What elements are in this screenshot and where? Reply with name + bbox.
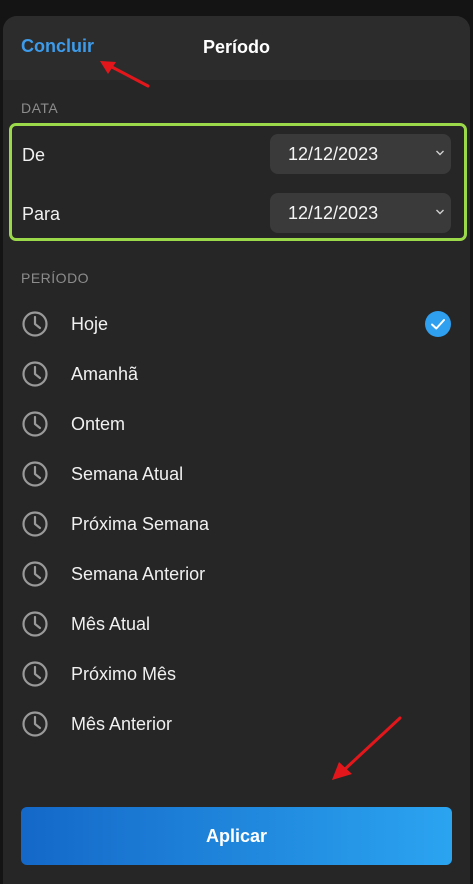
- period-sheet: Concluir Período DATA De 12/12/2023 Para…: [3, 16, 470, 884]
- period-item[interactable]: Semana Anterior: [3, 548, 470, 598]
- from-date-picker[interactable]: 12/12/2023: [270, 134, 451, 174]
- from-date-value: 12/12/2023: [288, 144, 379, 164]
- period-item[interactable]: Hoje: [3, 298, 470, 348]
- period-item[interactable]: Próximo Mês: [3, 648, 470, 698]
- period-item-label: Amanhã: [71, 364, 139, 384]
- period-item-label: Mês Atual: [71, 614, 151, 634]
- period-item-label: Semana Atual: [71, 464, 184, 484]
- period-item[interactable]: Mês Anterior: [3, 698, 470, 748]
- period-item[interactable]: Ontem: [3, 398, 470, 448]
- clock-icon: [22, 511, 48, 537]
- page-title: Período: [202, 37, 270, 57]
- check-circle-icon: [425, 311, 451, 337]
- period-item[interactable]: Mês Atual: [3, 598, 470, 648]
- to-date-value: 12/12/2023: [288, 203, 379, 223]
- period-item-label: Ontem: [71, 414, 126, 434]
- period-item-label: Próximo Mês: [71, 664, 177, 684]
- chevron-down-icon: [436, 150, 444, 156]
- to-date-label: Para: [22, 204, 61, 224]
- clock-icon: [22, 361, 48, 387]
- period-item-label: Mês Anterior: [71, 714, 173, 734]
- clock-icon: [22, 461, 48, 487]
- from-date-label: De: [22, 145, 46, 165]
- period-item[interactable]: Semana Atual: [3, 448, 470, 498]
- to-date-row: Para 12/12/2023: [12, 193, 464, 237]
- clock-icon: [22, 411, 48, 437]
- clock-icon: [22, 561, 48, 587]
- clock-icon: [22, 661, 48, 687]
- period-item-label: Próxima Semana: [71, 514, 210, 534]
- period-item[interactable]: Próxima Semana: [3, 498, 470, 548]
- chevron-down-icon: [436, 209, 444, 215]
- clock-icon: [22, 611, 48, 637]
- from-date-row: De 12/12/2023: [12, 134, 464, 178]
- apply-button-label: Aplicar: [205, 826, 268, 846]
- period-section-label: PERÍODO: [21, 270, 90, 286]
- date-section-label: DATA: [21, 100, 59, 116]
- sheet-header: Concluir Período: [3, 16, 470, 80]
- date-range-group: De 12/12/2023 Para 12/12/2023: [9, 123, 467, 241]
- clock-icon: [22, 311, 48, 337]
- period-item-label: Hoje: [71, 314, 109, 334]
- period-item[interactable]: Amanhã: [3, 348, 470, 398]
- to-date-picker[interactable]: 12/12/2023: [270, 193, 451, 233]
- apply-button[interactable]: Aplicar: [21, 807, 452, 865]
- period-item-label: Semana Anterior: [71, 564, 206, 584]
- clock-icon: [22, 711, 48, 737]
